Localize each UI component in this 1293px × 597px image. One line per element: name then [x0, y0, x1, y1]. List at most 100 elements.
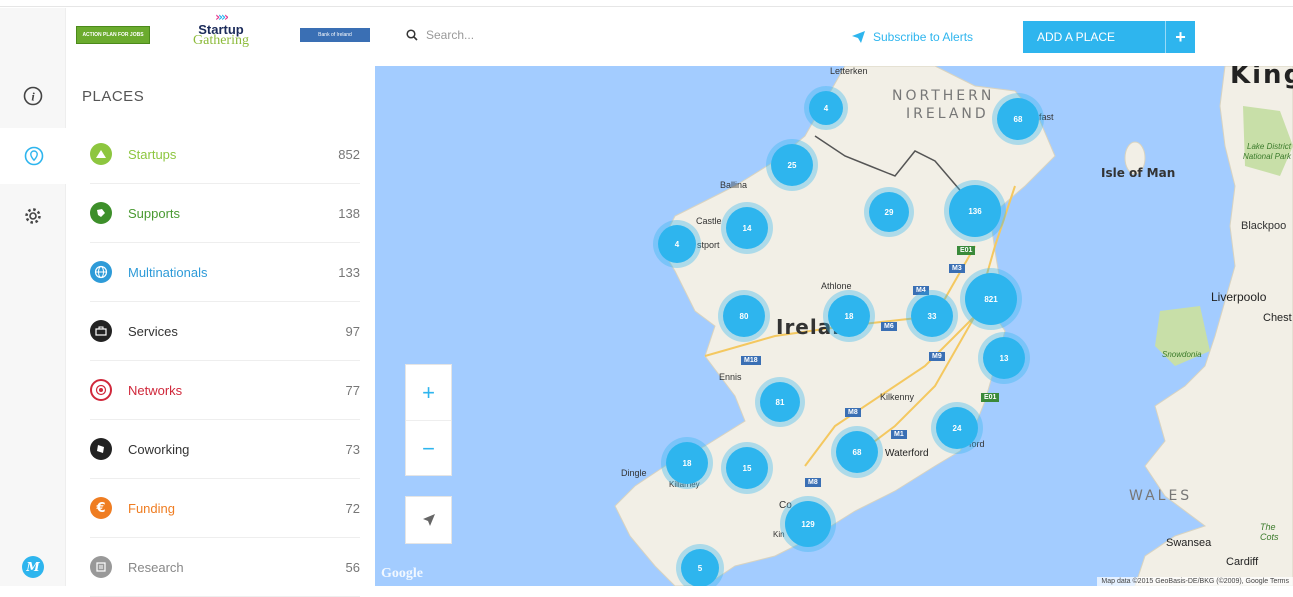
map-label-dingle: Dingle: [621, 468, 647, 478]
cluster-count[interactable]: 18: [666, 442, 708, 484]
cluster-marker[interactable]: 80: [718, 290, 770, 342]
cluster-count[interactable]: 81: [760, 382, 800, 422]
place-funding[interactable]: € Funding 72: [90, 479, 360, 538]
location-pin-icon: [24, 146, 43, 166]
cluster-marker[interactable]: 68: [992, 93, 1044, 145]
road-badge-m9: M9: [929, 352, 945, 361]
map-label-liverpool: Liverpoolo: [1211, 290, 1267, 304]
locate-button[interactable]: [405, 496, 452, 544]
cluster-marker[interactable]: 13: [978, 332, 1030, 384]
search-icon: [406, 29, 418, 41]
cluster-count[interactable]: 5: [681, 549, 719, 586]
cluster-marker[interactable]: 81: [755, 377, 805, 427]
place-label: Coworking: [128, 441, 190, 457]
cluster-marker[interactable]: 68: [831, 426, 883, 478]
cluster-marker[interactable]: 15: [721, 442, 773, 494]
road-badge-m3: M3: [949, 264, 965, 273]
place-networks[interactable]: Networks 77: [90, 361, 360, 420]
cluster-count[interactable]: 80: [723, 295, 765, 337]
map-label-ni: IRELAND: [906, 106, 989, 122]
cluster-count[interactable]: 29: [869, 192, 909, 232]
place-count: 56: [345, 559, 360, 575]
header: ACTION PLAN FOR JOBS ›››› Startup Gather…: [66, 8, 1293, 66]
search-box[interactable]: Search...: [406, 28, 474, 42]
cluster-marker[interactable]: 18: [661, 437, 713, 489]
cluster-count[interactable]: 68: [836, 431, 878, 473]
briefcase-icon: [90, 320, 112, 342]
place-services[interactable]: Services 97: [90, 302, 360, 361]
place-label: Funding: [128, 500, 175, 516]
place-label: Startups: [128, 146, 177, 162]
cluster-count[interactable]: 4: [658, 225, 696, 263]
panel-title: PLACES: [82, 88, 145, 105]
cluster-marker[interactable]: 33: [906, 290, 958, 342]
cluster-marker[interactable]: 136: [944, 180, 1006, 242]
gear-icon: [25, 208, 41, 224]
place-count: 72: [345, 500, 360, 516]
top-divider: [0, 6, 1293, 7]
place-multinationals[interactable]: Multinationals 133: [90, 243, 360, 302]
cluster-count[interactable]: 25: [771, 144, 813, 186]
map-attribution[interactable]: Map data ©2015 GeoBasis-DE/BKG (©2009), …: [1097, 577, 1293, 586]
cluster-count[interactable]: 33: [911, 295, 953, 337]
subscribe-label[interactable]: Subscribe to Alerts: [873, 30, 973, 44]
plus-icon[interactable]: +: [1165, 21, 1195, 53]
cluster-marker[interactable]: 25: [766, 139, 818, 191]
cluster-count[interactable]: 24: [936, 407, 978, 449]
info-button[interactable]: i: [0, 68, 66, 124]
road-badge-e01b: E01: [981, 393, 1000, 402]
search-placeholder[interactable]: Search...: [426, 28, 474, 42]
cluster-count[interactable]: 18: [828, 295, 870, 337]
map-label-swansea: Swansea: [1166, 537, 1212, 549]
cluster-count[interactable]: 821: [965, 273, 1017, 325]
road-badge-m6: M6: [881, 322, 897, 331]
map-label-kilkenny: Kilkenny: [880, 392, 915, 402]
add-place-label[interactable]: ADD A PLACE: [1023, 30, 1165, 44]
cluster-count[interactable]: 13: [983, 337, 1025, 379]
place-research[interactable]: Research 56: [90, 538, 360, 597]
supports-icon: [90, 202, 112, 224]
cluster-count[interactable]: 14: [726, 207, 768, 249]
cluster-marker[interactable]: 5: [676, 544, 724, 586]
zoom-control: + −: [405, 364, 452, 476]
left-rail: i M: [0, 8, 67, 586]
settings-button[interactable]: [0, 188, 66, 244]
cluster-count[interactable]: 15: [726, 447, 768, 489]
cluster-marker[interactable]: 24: [931, 402, 983, 454]
cluster-marker[interactable]: 821: [960, 268, 1022, 330]
place-count: 77: [345, 382, 360, 398]
map-view[interactable]: King NORTHERN IRELAND Isle of Man Lake D…: [375, 66, 1293, 586]
cluster-marker[interactable]: 4: [804, 86, 848, 130]
info-icon: i: [23, 86, 43, 106]
road-badge-m8: M8: [845, 408, 861, 417]
euro-icon: €: [90, 497, 112, 519]
zoom-in-button[interactable]: +: [406, 365, 451, 421]
zoom-out-button[interactable]: −: [406, 421, 451, 477]
brand-logo-icon[interactable]: M: [22, 556, 44, 578]
cluster-count[interactable]: 68: [997, 98, 1039, 140]
map-label-waterford: Waterford: [885, 448, 929, 459]
place-count: 73: [345, 441, 360, 457]
map-label-castlebar: Castle: [696, 216, 722, 226]
place-supports[interactable]: Supports 138: [90, 184, 360, 243]
places-button[interactable]: [0, 128, 67, 184]
bank-of-ireland-logo: Bank of Ireland: [300, 28, 370, 42]
cluster-count[interactable]: 136: [949, 185, 1001, 237]
subscribe-alerts-link[interactable]: Subscribe to Alerts: [852, 30, 973, 44]
cluster-count[interactable]: 129: [785, 501, 831, 547]
cluster-marker[interactable]: 29: [864, 187, 914, 237]
triangle-icon: [90, 143, 112, 165]
place-count: 138: [338, 205, 360, 221]
cluster-marker[interactable]: 18: [823, 290, 875, 342]
cluster-count[interactable]: 4: [809, 91, 843, 125]
road-badge-m1: M1: [891, 430, 907, 439]
startup-gathering-logo[interactable]: ›››› Startup Gathering: [184, 10, 258, 62]
place-count: 97: [345, 323, 360, 339]
cluster-marker[interactable]: 129: [780, 496, 836, 552]
add-place-button[interactable]: ADD A PLACE +: [1023, 21, 1195, 53]
cluster-marker[interactable]: 4: [653, 220, 701, 268]
paper-plane-icon: [852, 31, 865, 43]
place-coworking[interactable]: Coworking 73: [90, 420, 360, 479]
place-startups[interactable]: Startups 852: [90, 125, 360, 184]
cluster-marker[interactable]: 14: [721, 202, 773, 254]
